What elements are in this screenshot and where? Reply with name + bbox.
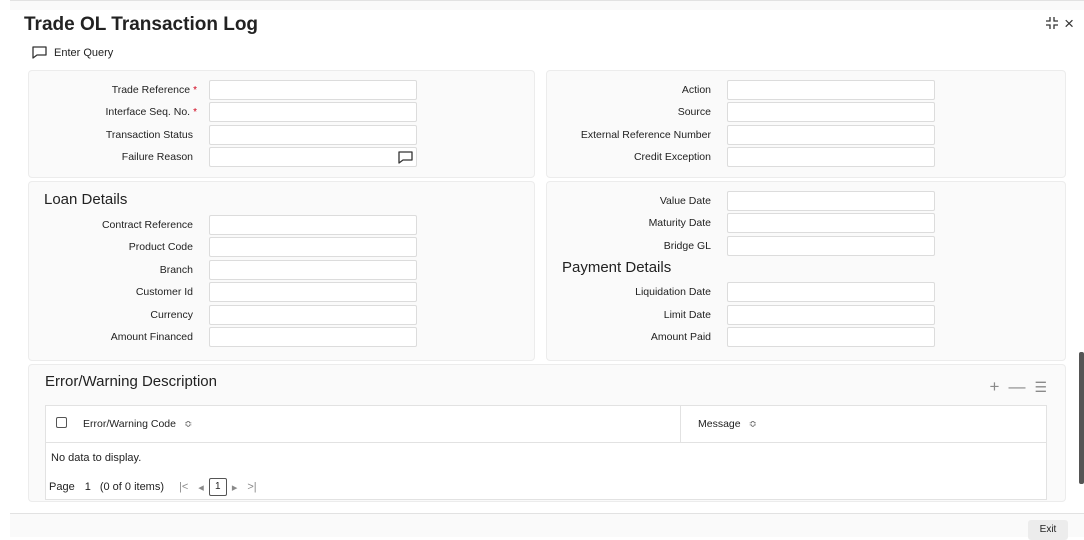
liquidation-date-field[interactable] [727, 282, 935, 302]
comment-icon [32, 46, 47, 59]
currency-field[interactable] [209, 305, 417, 325]
transaction-status-label: Transaction Status [105, 129, 193, 141]
columns-icon[interactable]: ☰ [1034, 379, 1047, 397]
next-page-icon[interactable]: ▸ [232, 481, 238, 494]
branch-field[interactable] [209, 260, 417, 280]
trade-reference-field[interactable] [209, 80, 417, 100]
product-code-label: Product Code [128, 241, 193, 253]
customer-id-field[interactable] [209, 282, 417, 302]
enter-query-button[interactable]: Enter Query [32, 46, 113, 59]
page-input[interactable]: 1 [85, 481, 91, 493]
sort-icon[interactable]: ≎ [184, 419, 192, 430]
amount-paid-field[interactable] [727, 327, 935, 347]
loan-details-panel: Loan Details Contract Reference Product … [28, 181, 535, 361]
source-field[interactable] [727, 102, 935, 122]
failure-reason-label: Failure Reason [121, 151, 193, 163]
action-field[interactable] [727, 80, 935, 100]
loan-details-title: Loan Details [44, 191, 128, 208]
window-top-border [10, 0, 1084, 10]
pagination: Page 1 (0 of 0 items) |< ◂ 1 ▸ >| [49, 478, 262, 496]
trade-reference-label: Trade Reference * [111, 84, 197, 96]
interface-seq-field[interactable] [209, 102, 417, 122]
liquidation-date-label: Liquidation Date [635, 286, 711, 298]
source-label: Source [677, 106, 711, 118]
product-code-field[interactable] [209, 237, 417, 257]
failure-reason-field[interactable] [209, 147, 417, 167]
items-count: (0 of 0 items) [99, 481, 165, 493]
error-warning-title: Error/Warning Description [45, 373, 217, 390]
prev-page-icon[interactable]: ◂ [198, 481, 204, 494]
scrollbar-thumb[interactable] [1079, 352, 1084, 484]
window-controls: × [1046, 14, 1074, 34]
expand-icon[interactable] [1046, 16, 1059, 32]
payment-details-title: Payment Details [562, 259, 672, 276]
credit-exception-field[interactable] [727, 147, 935, 167]
bridge-gl-label: Bridge GL [663, 240, 711, 252]
enter-query-label: Enter Query [54, 46, 114, 59]
page-title: Trade OL Transaction Log [24, 14, 259, 35]
action-panel: Action Source External Reference Number … [546, 70, 1066, 178]
footer-bar: Exit [10, 513, 1084, 540]
delete-row-icon[interactable]: — [1008, 377, 1025, 397]
action-label: Action [681, 84, 711, 96]
value-date-field[interactable] [727, 191, 935, 211]
bridge-gl-field[interactable] [727, 236, 935, 256]
last-page-icon[interactable]: >| [247, 481, 256, 493]
grid-toolbar: + — ☰ [990, 377, 1048, 397]
transaction-panel: Trade Reference * Interface Seq. No. * Tra… [28, 70, 535, 178]
external-reference-field[interactable] [727, 125, 935, 145]
amount-financed-label: Amount Financed [110, 331, 193, 343]
add-row-icon[interactable]: + [990, 377, 1000, 397]
contract-reference-field[interactable] [209, 215, 417, 235]
error-grid: Error/Warning Code ≎ Message ≎ No data to … [45, 405, 1047, 500]
limit-date-label: Limit Date [663, 309, 711, 321]
current-page-button[interactable]: 1 [208, 478, 227, 496]
exit-button[interactable]: Exit [1028, 520, 1068, 540]
column-header-message[interactable]: Message ≎ [698, 418, 757, 430]
amount-financed-field[interactable] [209, 327, 417, 347]
comment-icon[interactable] [398, 151, 413, 164]
contract-reference-label: Contract Reference [101, 219, 193, 231]
sort-icon[interactable]: ≎ [749, 419, 757, 430]
select-all-checkbox[interactable] [56, 417, 67, 428]
limit-date-field[interactable] [727, 305, 935, 325]
branch-label: Branch [159, 264, 193, 276]
value-date-label: Value Date [659, 195, 711, 207]
payment-panel: Value Date Maturity Date Bridge GL Payme… [546, 181, 1066, 361]
maturity-date-field[interactable] [727, 213, 935, 233]
error-warning-panel: Error/Warning Description + — ☰ Error/Wa… [28, 364, 1066, 502]
page-label: Page [49, 481, 75, 493]
currency-label: Currency [150, 309, 193, 321]
close-icon[interactable]: × [1064, 14, 1074, 34]
column-divider [680, 406, 681, 442]
no-data-message: No data to display. [51, 452, 142, 464]
first-page-icon[interactable]: |< [179, 481, 188, 493]
maturity-date-label: Maturity Date [648, 217, 711, 229]
external-reference-label: External Reference Number [580, 129, 711, 141]
credit-exception-label: Credit Exception [633, 151, 711, 163]
customer-id-label: Customer Id [135, 286, 193, 298]
interface-seq-label: Interface Seq. No. * [105, 106, 197, 118]
amount-paid-label: Amount Paid [650, 331, 711, 343]
column-header-code[interactable]: Error/Warning Code ≎ [83, 418, 192, 430]
transaction-status-field[interactable] [209, 125, 417, 145]
grid-header: Error/Warning Code ≎ Message ≎ [46, 406, 1046, 443]
